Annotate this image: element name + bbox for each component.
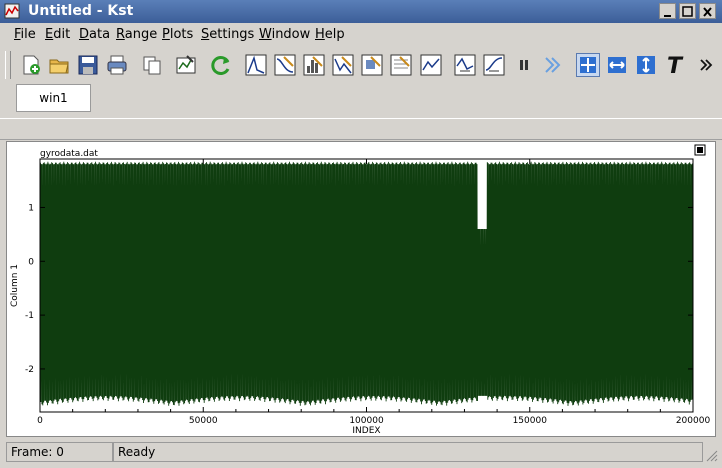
x-zoom-icon[interactable] [606,54,628,76]
resize-grip-icon[interactable] [706,450,718,462]
tab-divider-strip [0,118,722,140]
open-folder-icon[interactable] [48,54,70,76]
menu-range-label: ange [124,27,158,42]
plot-filename-label: gyrodata.dat [40,149,98,159]
title-bar[interactable]: Untitled - Kst [0,0,722,23]
fit-icon[interactable] [483,54,505,76]
window-tab-bar [0,83,722,117]
menu-window[interactable]: Window [259,27,310,42]
window-title: Untitled - Kst [28,3,134,19]
menu-file-label: ile [20,27,36,42]
x-tick-label: 150000 [513,416,548,426]
data-wizard-icon[interactable] [175,54,197,76]
new-icon[interactable] [20,54,42,76]
x-tick-label: 100000 [349,416,384,426]
tab-win1[interactable]: win1 [16,84,91,112]
image-icon[interactable] [454,54,476,76]
menu-file[interactable]: File [14,27,36,42]
curve-icon[interactable] [245,54,267,76]
ready-status: Ready [113,442,703,462]
print-icon[interactable] [106,54,128,76]
x-axis-label: INDEX [352,426,380,436]
menu-settings-label: ettings [209,27,255,42]
text-annotation-icon[interactable]: T [664,54,686,76]
overflow-icon[interactable] [698,54,714,76]
menu-plots[interactable]: Plots [162,27,193,42]
matrix-icon[interactable] [420,54,442,76]
menu-edit-label: dit [53,27,71,42]
menu-help-mnemonic: H [315,27,325,42]
frame-status: Frame: 0 [6,442,113,462]
kst-window: Untitled - Kst File Edit Data Range Plot… [0,0,722,468]
y-tick-label: 1 [28,203,34,213]
plot-maximize-icon-inner[interactable] [697,147,703,153]
menu-edit-mnemonic: E [45,27,54,42]
series-line [39,161,694,406]
save-icon[interactable] [77,54,99,76]
menu-window-mnemonic: W [259,27,272,42]
plot-window[interactable]: gyrodata.dat 0 50000 100000 150000 200000 -2 -1… [6,141,716,437]
menu-window-label: indow [271,27,311,42]
menu-settings[interactable]: Settings [201,27,254,42]
y-tick-label: -1 [25,311,34,321]
copy-icon[interactable] [141,54,163,76]
menu-range-mnemonic: R [116,27,125,42]
reload-icon[interactable] [210,54,232,76]
svg-text:T: T [667,54,684,76]
menu-help[interactable]: Help [315,27,345,42]
xy-zoom-icon[interactable] [576,53,600,77]
event-monitor-icon[interactable] [390,54,412,76]
equation-icon[interactable] [274,54,296,76]
kst-app-icon [4,3,20,19]
histogram-icon[interactable] [303,54,325,76]
menu-help-label: elp [324,27,345,42]
y-zoom-icon[interactable] [635,54,657,76]
plugin-icon[interactable] [361,54,383,76]
menu-bar: File Edit Data Range Plots Settings Wind… [0,24,722,46]
menu-range[interactable]: Range [116,27,157,42]
minimize-icon[interactable] [659,3,676,19]
x-tick-label: 0 [37,416,43,426]
toolbar-grip-icon[interactable] [5,51,11,79]
forward-icon[interactable] [541,54,563,76]
menu-data-label: ata [89,27,111,42]
x-tick-label: 200000 [676,416,711,426]
y-tick-label: 0 [28,257,34,267]
x-tick-label: 50000 [189,416,218,426]
y-axis-label: Column 1 [10,264,20,307]
maximize-icon[interactable] [679,3,696,19]
menu-plots-label: lots [169,27,194,42]
plot-svg[interactable]: gyrodata.dat 0 50000 100000 150000 200000 -2 -1… [7,142,715,436]
menu-data-mnemonic: D [79,27,90,42]
power-spectrum-icon[interactable] [332,54,354,76]
menu-data[interactable]: Data [79,27,110,42]
pause-icon[interactable] [513,54,535,76]
close-icon[interactable] [699,3,716,19]
y-tick-label: -2 [25,365,34,375]
menu-edit[interactable]: Edit [45,27,70,42]
menu-plots-mnemonic: P [162,27,170,42]
